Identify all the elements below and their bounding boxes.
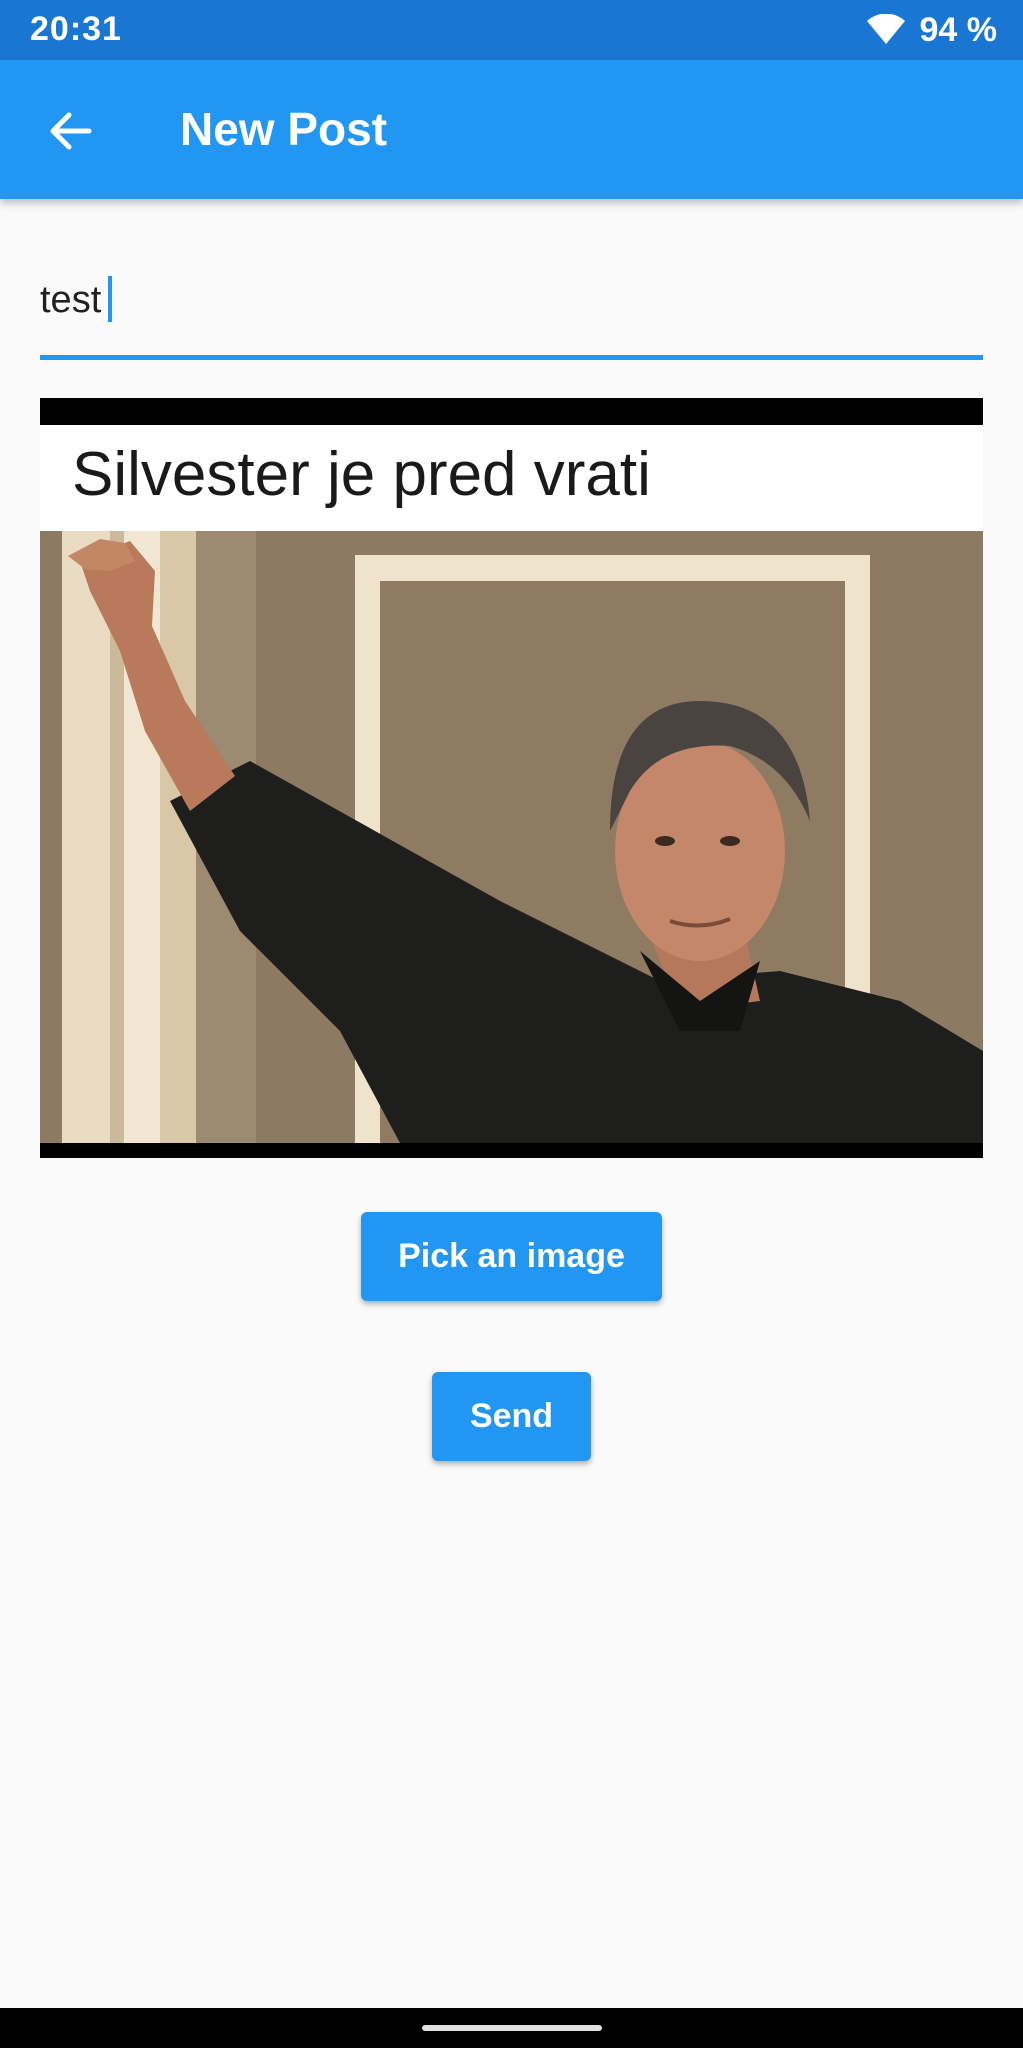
- image-caption: Silvester je pred vrati: [72, 440, 651, 509]
- post-text-field-container: [40, 260, 983, 360]
- post-text-field[interactable]: [40, 260, 983, 340]
- send-button[interactable]: Send: [432, 1372, 591, 1461]
- wifi-icon: [866, 14, 905, 44]
- system-navigation-bar: [0, 2008, 1023, 2048]
- arrow-back-icon: [50, 112, 92, 150]
- app-bar: New Post: [0, 60, 1023, 199]
- battery-percentage: 94 %: [919, 10, 998, 49]
- pick-image-button[interactable]: Pick an image: [361, 1212, 662, 1301]
- text-cursor: [108, 276, 112, 322]
- image-caption-band: Silvester je pred vrati: [40, 425, 983, 531]
- photo-of-man-leaning-on-door: [40, 531, 983, 1143]
- selected-image-preview: Silvester je pred vrati: [40, 398, 983, 1158]
- status-bar: 20:31 94 %: [0, 0, 1023, 60]
- status-indicators: 94 %: [866, 10, 998, 50]
- input-underline: [40, 355, 983, 360]
- status-time: 20:31: [30, 10, 122, 48]
- home-gesture-handle[interactable]: [422, 2025, 602, 2031]
- page-title: New Post: [180, 103, 388, 155]
- back-button[interactable]: [40, 100, 102, 162]
